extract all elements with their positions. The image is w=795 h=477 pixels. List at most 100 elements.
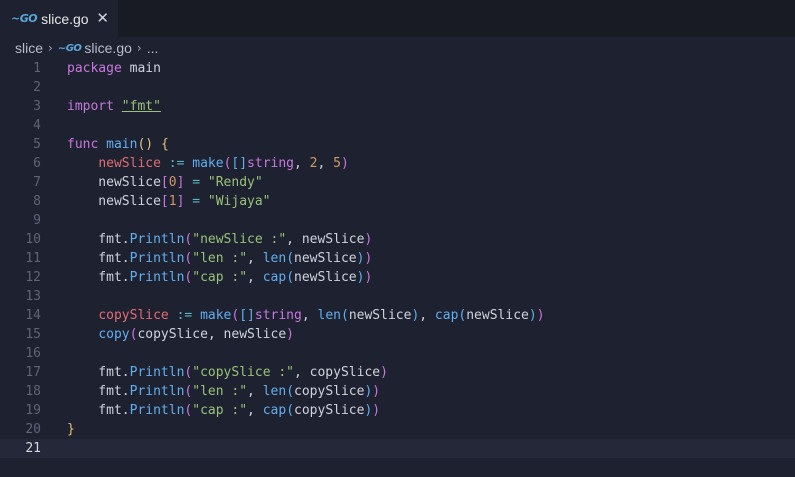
code-token: fmt. xyxy=(67,270,130,285)
code-token: func xyxy=(67,137,99,152)
code-text: fmt.Println("len :", len(copySlice)) xyxy=(67,382,380,401)
code-line[interactable]: 15 copy(copySlice, newSlice) xyxy=(0,325,795,344)
code-token: 1 xyxy=(168,194,177,209)
tab-slice-go[interactable]: ~GO slice.go ✕ xyxy=(0,0,118,37)
line-number: 11 xyxy=(25,251,41,266)
code-token: string xyxy=(254,308,302,323)
code-token: copySlice xyxy=(98,308,169,323)
code-line[interactable]: 11 fmt.Println("len :", len(newSlice)) xyxy=(0,249,795,268)
code-text: func main() { xyxy=(67,135,169,154)
code-text: } xyxy=(67,420,75,439)
line-number: 1 xyxy=(33,61,41,76)
code-line[interactable]: 4 xyxy=(0,116,795,135)
code-token: [ xyxy=(160,194,169,209)
line-number: 9 xyxy=(33,213,41,228)
code-token: [] xyxy=(231,156,248,171)
code-text: copy(copySlice, newSlice) xyxy=(67,325,294,344)
code-line[interactable]: 17 fmt.Println("copySlice :", copySlice) xyxy=(0,363,795,382)
tab-title: slice.go xyxy=(41,10,89,27)
code-line[interactable]: 12 fmt.Println("cap :", cap(newSlice)) xyxy=(0,268,795,287)
code-token: "Wijaya" xyxy=(207,194,271,209)
code-text: fmt.Println("cap :", cap(newSlice)) xyxy=(67,268,372,287)
code-token: "len :" xyxy=(192,384,248,399)
code-token: ) xyxy=(372,403,381,418)
code-line[interactable]: 3 import "fmt" xyxy=(0,97,795,116)
line-number: 12 xyxy=(25,270,41,285)
code-token: , xyxy=(247,270,263,285)
code-line[interactable]: 5 func main() { xyxy=(0,135,795,154)
code-line[interactable]: 16 xyxy=(0,344,795,363)
code-line[interactable]: 2 xyxy=(0,78,795,97)
code-token: , xyxy=(294,156,310,171)
breadcrumb-more[interactable]: ... xyxy=(147,40,159,56)
code-token: ) xyxy=(364,232,373,247)
line-number: 14 xyxy=(25,308,41,323)
line-number: 4 xyxy=(33,118,41,133)
code-text: fmt.Println("len :", len(newSlice)) xyxy=(67,249,372,268)
code-line[interactable]: 10 fmt.Println("newSlice :", newSlice) xyxy=(0,230,795,249)
code-token: newSlice xyxy=(98,156,161,171)
code-token: cap xyxy=(434,308,459,323)
code-line[interactable]: 9 xyxy=(0,211,795,230)
line-number: 16 xyxy=(25,346,41,361)
code-token: Println xyxy=(129,232,185,247)
chevron-right-icon: › xyxy=(48,41,53,55)
chevron-right-icon: › xyxy=(136,41,142,55)
code-line[interactable]: 19 fmt.Println("cap :", cap(copySlice)) xyxy=(0,401,795,420)
line-number: 7 xyxy=(33,175,41,190)
code-token: main xyxy=(121,61,161,76)
code-token: ) xyxy=(536,308,545,323)
breadcrumb-folder[interactable]: slice xyxy=(15,40,43,56)
code-line[interactable]: 18 fmt.Println("len :", len(copySlice)) xyxy=(0,382,795,401)
code-token: ) xyxy=(364,251,373,266)
code-token: ( xyxy=(286,384,295,399)
code-token: newSlice xyxy=(67,175,161,190)
code-line[interactable]: 14 copySlice := make([]string, len(newSl… xyxy=(0,306,795,325)
code-line[interactable]: 8 newSlice[1] = "Wijaya" xyxy=(0,192,795,211)
code-token: ( xyxy=(340,308,349,323)
code-token: newSlice xyxy=(67,194,161,209)
code-token: , xyxy=(247,384,263,399)
code-text: fmt.Println("copySlice :", copySlice) xyxy=(67,363,388,382)
code-line[interactable]: 1 package main xyxy=(0,59,795,78)
code-token: [] xyxy=(239,308,255,323)
go-file-icon: ~GO xyxy=(57,42,82,54)
code-token: ( xyxy=(286,403,295,418)
code-editor[interactable]: 1 package main 2 3 import "fmt" 4 5 func main()… xyxy=(0,59,795,458)
code-line[interactable]: 7 newSlice[0] = "Rendy" xyxy=(0,173,795,192)
code-token: cap xyxy=(262,270,287,285)
code-text: newSlice := make([]string, 2, 5) xyxy=(67,154,349,173)
code-line[interactable]: 13 xyxy=(0,287,795,306)
breadcrumb-file[interactable]: slice.go xyxy=(84,40,131,56)
code-token: , xyxy=(419,308,435,323)
code-token: import xyxy=(67,99,114,114)
code-token: , copySlice xyxy=(294,365,381,380)
code-token: newSlice xyxy=(348,308,412,323)
code-token: , xyxy=(247,251,263,266)
code-token: fmt. xyxy=(67,384,130,399)
code-token: ( xyxy=(286,251,295,266)
code-token: ) xyxy=(380,365,388,380)
close-icon[interactable]: ✕ xyxy=(96,10,109,26)
code-token: , newSlice xyxy=(286,232,365,247)
code-line[interactable]: 6 newSlice := make([]string, 2, 5) xyxy=(0,154,795,173)
code-token: fmt. xyxy=(67,251,130,266)
code-token: "Rendy" xyxy=(207,175,263,190)
code-line[interactable]: 21 xyxy=(0,439,795,458)
line-number: 15 xyxy=(25,327,41,342)
line-number: 6 xyxy=(33,156,41,171)
code-token: make xyxy=(192,156,224,171)
code-token: := xyxy=(176,308,193,323)
line-number: 21 xyxy=(25,441,41,456)
code-token: "cap :" xyxy=(192,403,248,418)
code-token: len xyxy=(262,384,287,399)
code-token: () xyxy=(137,137,154,152)
code-token: make xyxy=(200,308,232,323)
code-token: "fmt" xyxy=(121,99,161,114)
code-line[interactable]: 20} xyxy=(0,420,795,439)
